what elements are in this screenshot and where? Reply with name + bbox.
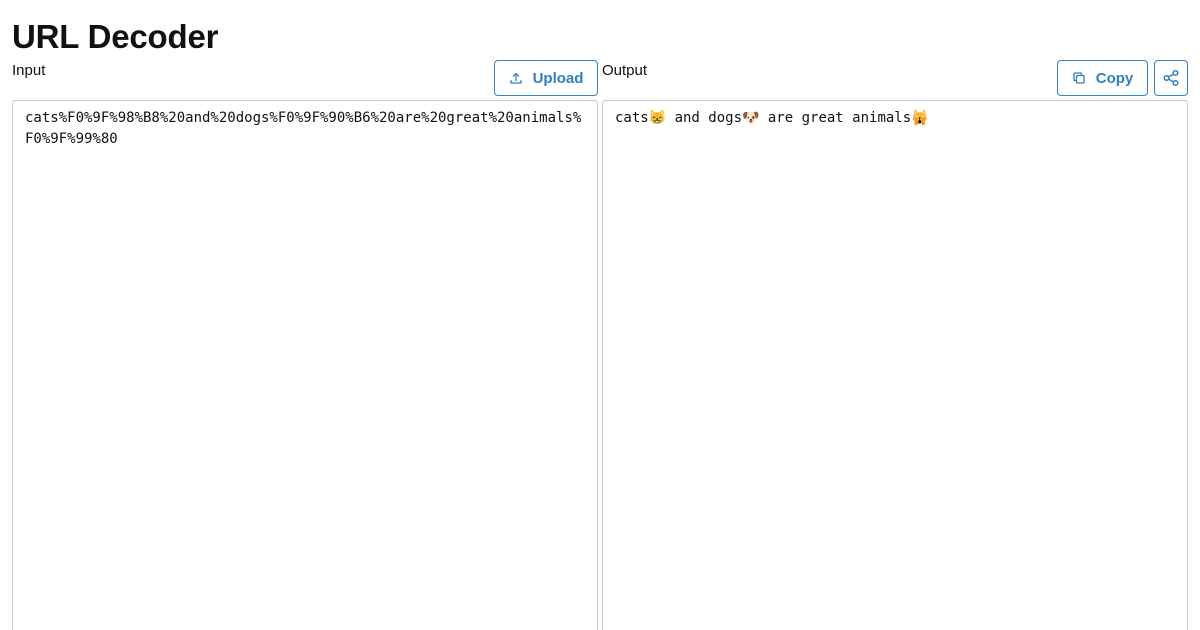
output-textarea[interactable]: cats😸 and dogs🐶 are great animals🙀 [602,100,1188,630]
share-icon [1162,69,1180,87]
input-textarea[interactable]: cats%F0%9F%98%B8%20and%20dogs%F0%9F%90%B… [12,100,598,630]
copy-button-label: Copy [1095,69,1134,87]
upload-button-label: Upload [532,69,584,87]
output-label: Output [602,62,648,79]
page-title: URL Decoder [12,18,219,55]
copy-icon [1072,71,1086,85]
input-label: Input [12,62,46,79]
copy-button[interactable]: Copy [1057,60,1148,96]
share-button[interactable] [1154,60,1188,96]
upload-button[interactable]: Upload [494,60,598,96]
upload-icon [509,71,523,85]
url-decoder-page: URL Decoder Input Upload Output Copy cat… [0,0,1200,630]
